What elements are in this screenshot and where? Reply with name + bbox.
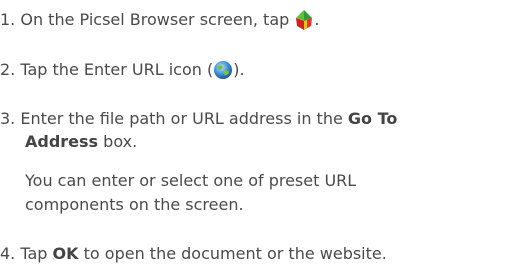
step-4-bold-ok: OK (52, 244, 79, 263)
enter-url-globe-icon (213, 60, 233, 80)
step-3-line-2: Address box. (25, 132, 137, 152)
step-4: 4. Tap OK to open the document or the we… (0, 244, 387, 264)
step-3-note-2: components on the screen. (25, 195, 244, 214)
step-3-number: 3. (0, 109, 16, 128)
step-2-number: 2. (0, 60, 16, 79)
step-3-text: Enter the file path or URL address in th… (20, 109, 343, 128)
step-4-text: Tap (20, 244, 48, 263)
step-3-line-1: 3. Enter the file path or URL address in… (0, 109, 397, 129)
step-3-note-1: You can enter or select one of preset UR… (25, 171, 357, 190)
step-2-text: Tap the Enter URL icon ( (20, 60, 214, 79)
step-1-after: . (314, 10, 320, 29)
step-2: 2. Tap the Enter URL icon ( ). (0, 60, 245, 80)
picsel-browser-icon (294, 9, 314, 31)
step-3-note-line-1: You can enter or select one of preset UR… (25, 171, 356, 191)
step-3-bold-go-to: Go To (347, 109, 398, 128)
step-1-number: 1. (0, 10, 16, 29)
step-3-note-line-2: components on the screen. (25, 195, 244, 215)
step-1: 1. On the Picsel Browser screen, tap . (0, 10, 319, 30)
step-4-number: 4. (0, 244, 16, 263)
step-3-text-after: box. (103, 132, 138, 151)
step-3-bold-address: Address (25, 132, 99, 151)
step-1-text: On the Picsel Browser screen, tap (20, 10, 290, 29)
step-2-after: ). (233, 60, 245, 79)
step-4-text-after: to open the document or the website. (83, 244, 387, 263)
